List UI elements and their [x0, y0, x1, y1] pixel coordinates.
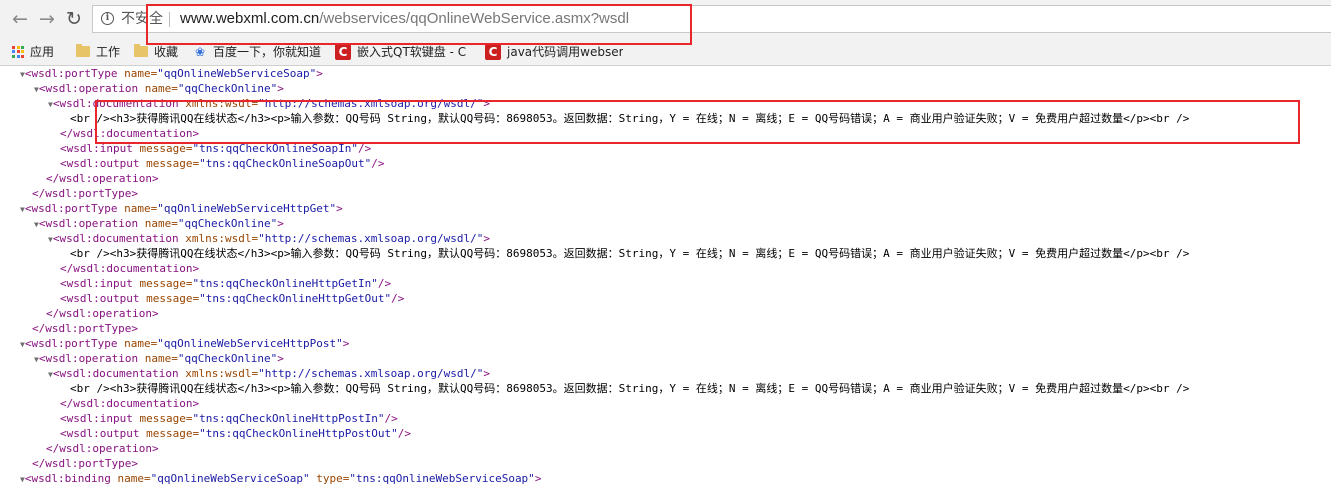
bookmark-folder-work[interactable]: 工作	[76, 38, 120, 65]
info-icon[interactable]: i	[101, 12, 114, 25]
bookmarks-bar: 应用 工作 收藏 ❀ 百度一下，你就知道 C 嵌入式QT软键盘 - C C ja…	[0, 38, 1331, 66]
xml-tag-line: <wsdl:input message="tns:qqCheckOnlineHt…	[60, 277, 392, 290]
address-bar[interactable]: i 不安全 www.webxml.com.cn/webservices/qqOn…	[92, 5, 1331, 33]
xml-tag-line: <wsdl:output message="tns:qqCheckOnlineH…	[60, 292, 405, 305]
xml-tag-line: </wsdl:documentation>	[60, 127, 200, 140]
xml-tag-line: </wsdl:documentation>	[60, 262, 200, 275]
xml-tag-line: </wsdl:portType>	[32, 187, 138, 200]
xml-text-line: <br /><h3>获得腾讯QQ在线状态</h3><p>输入参数：QQ号码 St…	[70, 112, 1190, 125]
bookmark-label: 工作	[96, 45, 121, 59]
back-arrow-icon[interactable]: ←	[10, 9, 30, 29]
bookmark-label: java代码调用webser	[507, 45, 623, 59]
xml-viewer: ▼<wsdl:portType name="qqOnlineWebService…	[0, 66, 1331, 488]
xml-tag-line: <wsdl:output message="tns:qqCheckOnlineS…	[60, 157, 385, 170]
address-separator	[169, 12, 170, 27]
bookmark-java-webservice[interactable]: C java代码调用webser	[485, 38, 623, 65]
url-text[interactable]: www.webxml.com.cn/webservices/qqOnlineWe…	[180, 11, 629, 27]
bookmark-label: 百度一下，你就知道	[213, 45, 322, 59]
csdn-icon: C	[485, 43, 501, 60]
bookmark-qt-keyboard[interactable]: C 嵌入式QT软键盘 - C	[335, 38, 473, 65]
xml-tag-line: </wsdl:portType>	[32, 322, 138, 335]
xml-tag-line: <wsdl:input message="tns:qqCheckOnlineSo…	[60, 142, 372, 155]
bookmark-label: 收藏	[154, 45, 179, 59]
xml-tag-line: </wsdl:documentation>	[60, 397, 200, 410]
xml-tag-line[interactable]: ▼<wsdl:portType name="qqOnlineWebService…	[20, 336, 349, 351]
xml-tag-line: <wsdl:output message="tns:qqCheckOnlineH…	[60, 427, 412, 440]
csdn-icon: C	[335, 43, 351, 60]
xml-tag-line: </wsdl:operation>	[46, 172, 159, 185]
apps-icon	[12, 45, 24, 58]
xml-tag-line: </wsdl:portType>	[32, 457, 138, 470]
browser-toolbar: ← → ↻ i 不安全 www.webxml.com.cn/webservice…	[0, 0, 1331, 38]
xml-tag-line[interactable]: ▼<wsdl:operation name="qqCheckOnline">	[34, 351, 284, 366]
bookmark-label: 应用	[30, 45, 55, 59]
folder-icon	[76, 44, 90, 57]
url-path: /webservices/qqOnlineWebService.asmx?wsd…	[319, 10, 630, 27]
xml-text-line: <br /><h3>获得腾讯QQ在线状态</h3><p>输入参数：QQ号码 St…	[70, 247, 1190, 260]
forward-arrow-icon[interactable]: →	[37, 9, 57, 29]
xml-tag-line[interactable]: ▼<wsdl:documentation xmlns:wsdl="http://…	[48, 96, 490, 111]
xml-tag-line: </wsdl:operation>	[46, 442, 159, 455]
xml-text-line: <br /><h3>获得腾讯QQ在线状态</h3><p>输入参数：QQ号码 St…	[70, 382, 1190, 395]
security-label[interactable]: 不安全	[121, 11, 163, 27]
xml-tag-line[interactable]: ▼<wsdl:binding name="qqOnlineWebServiceS…	[20, 471, 541, 486]
baidu-paw-icon: ❀	[194, 44, 206, 59]
xml-tag-line[interactable]: ▼<wsdl:documentation xmlns:wsdl="http://…	[48, 366, 490, 381]
folder-icon	[134, 44, 148, 57]
xml-tag-line[interactable]: ▼<wsdl:documentation xmlns:wsdl="http://…	[48, 231, 490, 246]
bookmark-folder-favorites[interactable]: 收藏	[134, 38, 178, 65]
bookmark-baidu[interactable]: ❀ 百度一下，你就知道	[193, 38, 321, 65]
bookmark-label: 嵌入式QT软键盘 - C	[357, 45, 467, 59]
xml-tag-line[interactable]: ▼<wsdl:portType name="qqOnlineWebService…	[20, 201, 343, 216]
bookmark-apps[interactable]: 应用	[12, 38, 54, 65]
xml-tag-line: </wsdl:operation>	[46, 307, 159, 320]
xml-tag-line: <wsdl:input message="tns:qqCheckOnlineHt…	[60, 412, 398, 425]
url-host: www.webxml.com.cn	[180, 10, 320, 27]
xml-tag-line[interactable]: ▼<wsdl:operation name="qqCheckOnline">	[34, 81, 284, 96]
xml-tag-line[interactable]: ▼<wsdl:portType name="qqOnlineWebService…	[20, 66, 323, 81]
xml-tag-line[interactable]: ▼<wsdl:operation name="qqCheckOnline">	[34, 216, 284, 231]
reload-icon[interactable]: ↻	[64, 9, 84, 29]
